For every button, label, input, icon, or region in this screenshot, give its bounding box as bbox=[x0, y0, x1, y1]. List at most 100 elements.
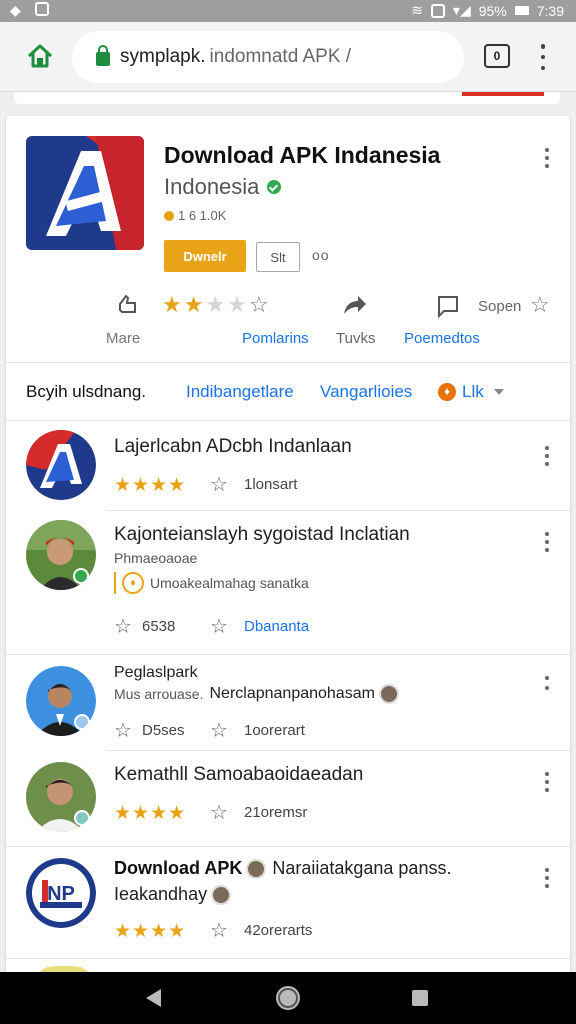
share-action-label[interactable]: Tuvks bbox=[336, 330, 375, 347]
verified-icon bbox=[267, 180, 282, 194]
open-label[interactable]: Sopen bbox=[478, 298, 521, 315]
share-arrow-icon[interactable] bbox=[342, 294, 368, 316]
list-item[interactable]: Kajonteianslayh sygoistad Inclatian Phma… bbox=[6, 510, 570, 654]
app-logo[interactable] bbox=[26, 136, 144, 250]
star-icon: ★ bbox=[227, 292, 247, 317]
tab-switcher-button[interactable]: 0 bbox=[484, 44, 510, 68]
divider bbox=[6, 958, 570, 959]
star-outline-icon[interactable]: ☆ bbox=[210, 472, 228, 497]
filter-chip-label: Llk bbox=[462, 382, 484, 401]
system-nav-bar bbox=[0, 972, 576, 1024]
coin-icon bbox=[164, 210, 174, 221]
avatar bbox=[26, 430, 96, 500]
star-outline-icon[interactable]: ☆ bbox=[114, 718, 132, 743]
item-title: Peglaslpark bbox=[114, 664, 198, 681]
item-subtitle: Mus arrouase. bbox=[114, 686, 204, 702]
previous-card bbox=[14, 92, 560, 104]
svg-text:NP: NP bbox=[47, 883, 75, 905]
star-outline-icon[interactable]: ☆ bbox=[530, 292, 550, 318]
item-subtitle-2: Umoakealmahag sanatka bbox=[150, 575, 309, 591]
item-meta: D5ses bbox=[142, 722, 185, 739]
item-meta: 6538 bbox=[142, 618, 176, 635]
more-text[interactable]: oo bbox=[312, 247, 330, 263]
thumb-icon[interactable] bbox=[116, 292, 140, 316]
app-menu-icon[interactable] bbox=[544, 148, 550, 168]
mini-avatar bbox=[378, 684, 399, 704]
item-subtitle-row: ♦ Umoakealmahag sanatka bbox=[114, 572, 309, 594]
item-subtitle-row: Ieakandhay bbox=[114, 884, 232, 905]
mini-avatar bbox=[211, 884, 232, 905]
list-item[interactable]: NP Download APK Naraiiatakgana panss. Ie… bbox=[6, 846, 570, 956]
list-item[interactable]: Peglaslpark Mus arrouase. Nerclapnanpano… bbox=[6, 654, 570, 750]
mini-avatar bbox=[246, 858, 267, 879]
item-meta-link[interactable]: Dbananta bbox=[244, 618, 309, 635]
related-label[interactable]: Poemedtos bbox=[404, 330, 480, 347]
filter-chip[interactable]: ♦ Llk bbox=[438, 382, 504, 402]
filter-link-1[interactable]: Indibangetlare bbox=[186, 382, 294, 402]
star-icon: ★ bbox=[205, 292, 226, 317]
star-icon: ★ bbox=[162, 292, 182, 317]
download-button[interactable]: Dwnelr bbox=[164, 240, 246, 272]
list-item[interactable]: Lajerlcabn ADcbh Indanlaan ★★★★ ☆ 1lonsa… bbox=[6, 420, 570, 510]
url-path: indomnatd APK / bbox=[209, 46, 352, 67]
app-size: 1 6 1.0K bbox=[164, 208, 226, 223]
filter-link-2[interactable]: Vangarlioies bbox=[320, 382, 412, 402]
battery-percent: 95% bbox=[478, 2, 507, 19]
item-menu-icon[interactable] bbox=[544, 676, 550, 690]
home-icon[interactable] bbox=[26, 42, 54, 70]
item-subtitle: Phmaeoaoae bbox=[114, 550, 198, 566]
item-subtitle-row: Mus arrouase. Nerclapnanpanohasam bbox=[114, 684, 399, 704]
status-bar: ◆ ≋ ▾◢ 95% 7:39 bbox=[0, 0, 576, 22]
rating-stars[interactable]: ★ ★ ★ ★ ☆ bbox=[162, 292, 269, 318]
item-subtitle-2: Nerclapnanpanohasam bbox=[209, 685, 375, 702]
app-size-text: 1 6 1.0K bbox=[178, 208, 227, 223]
star-outline-icon[interactable]: ☆ bbox=[210, 718, 228, 743]
app-developer[interactable]: Indonesia bbox=[164, 174, 282, 200]
filter-title: Bcyih ulsdnang. bbox=[26, 382, 147, 401]
star-outline-icon[interactable]: ☆ bbox=[210, 918, 228, 943]
address-bar[interactable]: symplapk. indomnatd APK / bbox=[72, 31, 464, 83]
home-nav-icon[interactable] bbox=[278, 988, 298, 1008]
back-icon[interactable] bbox=[146, 989, 161, 1007]
item-menu-icon[interactable] bbox=[544, 772, 550, 792]
item-title-2: Naraiiatakgana panss. bbox=[272, 858, 452, 878]
notification-box-icon bbox=[34, 2, 49, 16]
star-outline-icon[interactable]: ☆ bbox=[210, 614, 228, 639]
more-action-label[interactable]: Mare bbox=[106, 330, 140, 347]
lock-icon bbox=[96, 45, 110, 66]
star-icon: ★ bbox=[183, 292, 204, 317]
battery-icon bbox=[514, 6, 529, 15]
url-host: symplapk. bbox=[120, 46, 206, 67]
item-title: Kemathll Samoabaoidaeadan bbox=[114, 764, 364, 785]
browser-menu-icon[interactable] bbox=[540, 44, 546, 70]
item-stars: ★★★★ bbox=[114, 921, 187, 942]
item-subtitle: Ieakandhay bbox=[114, 884, 208, 904]
item-stars: ★★★★ bbox=[114, 803, 187, 824]
item-meta: 21oremsr bbox=[244, 804, 308, 821]
recents-icon[interactable] bbox=[412, 990, 428, 1006]
item-menu-icon[interactable] bbox=[544, 532, 550, 552]
notification-icon: ◆ bbox=[10, 2, 21, 18]
page-content: Download APK Indanesia Indonesia 1 6 1.0… bbox=[0, 92, 576, 972]
divider bbox=[6, 362, 570, 363]
signal-icon: ▾◢ bbox=[452, 2, 471, 18]
browser-toolbar: symplapk. indomnatd APK / 0 bbox=[0, 22, 576, 92]
chevron-down-icon bbox=[493, 389, 504, 395]
item-menu-icon[interactable] bbox=[544, 868, 550, 888]
ratings-label[interactable]: Pomlarins bbox=[242, 330, 309, 347]
comment-icon[interactable] bbox=[436, 294, 460, 318]
item-title-row: Download APK Naraiiatakgana panss. bbox=[114, 858, 451, 879]
star-outline-icon[interactable]: ☆ bbox=[210, 800, 228, 825]
item-menu-icon[interactable] bbox=[544, 446, 550, 466]
item-title: Kajonteianslayh sygoistad Inclatian bbox=[114, 524, 410, 545]
wifi-icon: ≋ bbox=[411, 2, 423, 18]
share-button[interactable]: Slt bbox=[256, 242, 300, 272]
avatar bbox=[26, 520, 96, 590]
avatar bbox=[26, 762, 96, 832]
item-meta: 42orerarts bbox=[244, 922, 313, 939]
list-item[interactable]: Kemathll Samoabaoidaeadan ★★★★ ☆ 21orems… bbox=[6, 750, 570, 846]
item-stars: ★★★★ bbox=[114, 475, 187, 496]
filter-row: Bcyih ulsdnang. Indibangetlare Vangarlio… bbox=[6, 370, 570, 414]
flame-icon: ♦ bbox=[122, 572, 144, 594]
star-outline-icon[interactable]: ☆ bbox=[114, 614, 132, 639]
